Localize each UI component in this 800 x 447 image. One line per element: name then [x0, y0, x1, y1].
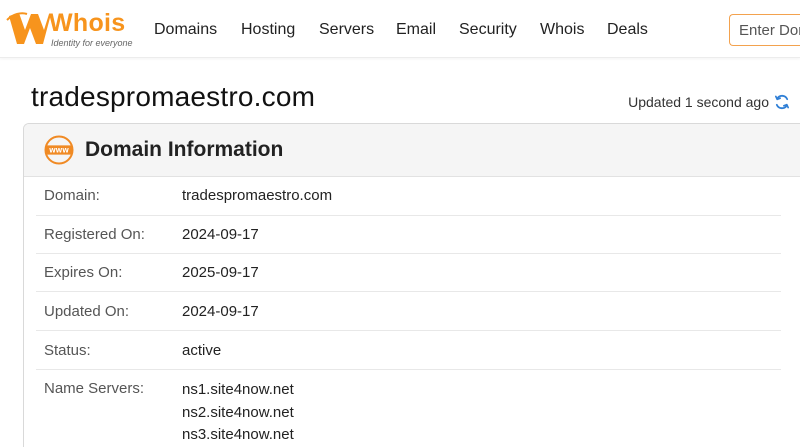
svg-text:WWW: WWW	[49, 147, 69, 154]
nav-item-deals[interactable]: Deals	[607, 20, 648, 40]
name-server-item: ns3.site4now.net	[182, 426, 294, 443]
nav-item-domains[interactable]: Domains	[154, 20, 217, 40]
info-row-name-servers: Name Servers: ns1.site4now.net ns2.site4…	[36, 379, 781, 447]
info-row-registered-on: Registered On: 2024-09-17	[36, 225, 781, 254]
info-label: Expires On:	[44, 264, 123, 281]
brand-tagline: Identity for everyone	[51, 38, 133, 48]
info-label: Updated On:	[44, 303, 130, 320]
info-value: tradespromaestro.com	[182, 187, 333, 204]
nav-item-hosting[interactable]: Hosting	[241, 20, 295, 40]
info-label: Name Servers:	[44, 380, 145, 397]
name-server-list: ns1.site4now.net ns2.site4now.net ns3.si…	[182, 379, 294, 447]
info-label: Status:	[44, 342, 91, 359]
whois-logo-mark-icon	[6, 12, 51, 44]
nav-item-email[interactable]: Email	[396, 20, 436, 40]
info-row-expires-on: Expires On: 2025-09-17	[36, 263, 781, 292]
brand-name: Whois	[49, 9, 126, 37]
card-title: Domain Information	[85, 138, 284, 161]
info-label: Domain:	[44, 187, 100, 204]
page-title: tradespromaestro.com	[31, 81, 316, 112]
nav-item-security[interactable]: Security	[459, 20, 517, 40]
domain-information-card: WWW Domain Information Domain: tradespro…	[23, 123, 800, 447]
info-row-domain: Domain: tradespromaestro.com	[36, 186, 781, 216]
name-server-item: ns2.site4now.net	[182, 403, 294, 421]
info-value: active	[182, 342, 222, 359]
info-value: 2024-09-17	[182, 226, 259, 243]
name-server-item: ns1.site4now.net	[182, 381, 294, 398]
site-header: Whois Identity for everyone Domains Host…	[0, 0, 800, 58]
updated-status: Updated 1 second ago	[628, 93, 790, 111]
www-icon: WWW	[44, 135, 74, 165]
refresh-icon[interactable]	[774, 94, 790, 110]
nav-item-servers[interactable]: Servers	[319, 20, 374, 40]
info-row-updated-on: Updated On: 2024-09-17	[36, 302, 781, 331]
info-value: 2025-09-17	[182, 264, 259, 281]
card-header: WWW Domain Information	[24, 124, 800, 177]
info-value: 2024-09-17	[182, 303, 259, 320]
nav-item-whois[interactable]: Whois	[540, 20, 584, 40]
updated-text: Updated 1 second ago	[628, 94, 769, 110]
whois-logo[interactable]: Whois Identity for everyone	[5, 8, 135, 50]
domain-search-input[interactable]	[729, 14, 800, 46]
info-row-status: Status: active	[36, 341, 781, 370]
info-label: Registered On:	[44, 226, 145, 243]
